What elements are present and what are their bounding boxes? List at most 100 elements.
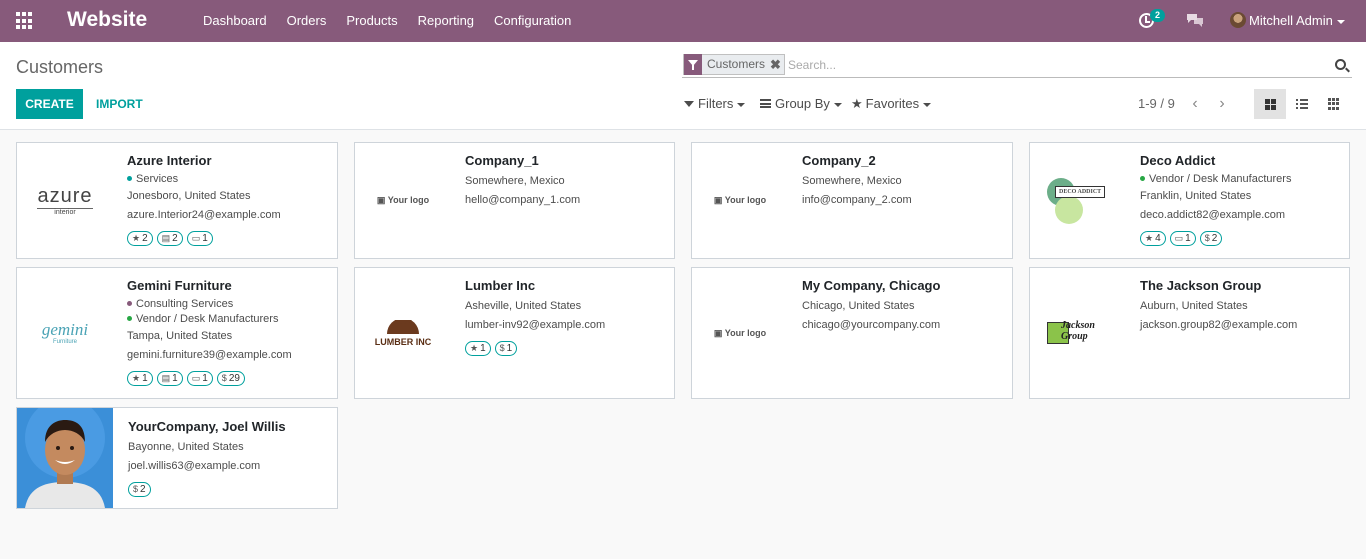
favorites-dropdown[interactable]: ★ Favorites <box>851 95 932 113</box>
kanban-card[interactable]: Jackson Group The Jackson Group Auburn, … <box>1029 267 1350 399</box>
card-title: Gemini Furniture <box>127 278 232 293</box>
favorites-label: Favorites <box>865 96 920 111</box>
kanban-card[interactable]: LUMBER INC Lumber Inc Asheville, United … <box>354 267 675 399</box>
search-input[interactable] <box>788 55 1308 75</box>
apps-menu-icon[interactable] <box>16 12 34 30</box>
cart-icon: ▭ <box>191 373 201 383</box>
caret-down-icon <box>737 102 746 107</box>
caret-down-icon <box>1336 19 1345 24</box>
caret-down-icon <box>833 102 842 107</box>
badge[interactable]: $1 <box>494 341 518 356</box>
logo-text: Jackson Group <box>1061 320 1095 342</box>
badge[interactable]: $29 <box>216 371 245 386</box>
badge[interactable]: ★ 1 <box>465 341 491 356</box>
badge-list: ★ 4 ▭ 1 $2 <box>1140 231 1343 246</box>
cart-icon: ▭ <box>1174 233 1184 243</box>
calendar-icon: ▤ <box>161 233 171 243</box>
filter-icon <box>684 54 702 75</box>
card-title: Lumber Inc <box>465 278 536 293</box>
tag-color-dot <box>127 176 132 181</box>
activity-count-badge: 2 <box>1150 9 1166 22</box>
saw-blade-icon <box>387 317 419 334</box>
card-email: jackson.group82@example.com <box>1140 319 1298 331</box>
kanban-card[interactable]: gemini Furniture Gemini Furniture Consul… <box>16 267 338 399</box>
menu-item-orders[interactable]: Orders <box>277 0 337 42</box>
badge-value: 4 <box>1155 233 1161 244</box>
badge[interactable]: ★ 1 <box>127 371 153 386</box>
logo-text: ▣ Your logo <box>713 195 767 205</box>
kanban-card[interactable]: ▣ Your logo Company_1 Somewhere, Mexico … <box>354 142 675 259</box>
badge[interactable]: ▭ 1 <box>186 371 213 386</box>
logo-text: azure <box>37 184 93 207</box>
menu-item-configuration[interactable]: Configuration <box>484 0 581 42</box>
user-menu[interactable]: Mitchell Admin <box>1249 0 1345 42</box>
tag-label: Services <box>136 173 179 185</box>
card-email: chicago@yourcompany.com <box>802 319 941 331</box>
breadcrumb: Customers <box>16 57 104 77</box>
dollar-icon: $ <box>1204 233 1210 243</box>
search-icon[interactable] <box>1335 59 1346 70</box>
star-icon: ★ <box>132 233 141 243</box>
user-avatar[interactable] <box>1230 12 1246 28</box>
badge-value: 1 <box>506 343 513 354</box>
pager-next-icon[interactable]: › <box>1215 95 1229 113</box>
kanban-view-button[interactable] <box>1254 89 1286 119</box>
logo-subtext: Furniture <box>52 339 77 345</box>
badge-value: 1 <box>142 373 148 384</box>
logo-text: ▣ Your logo <box>713 327 767 338</box>
kanban-icon <box>1264 98 1276 110</box>
pager-previous-icon[interactable]: ‹ <box>1188 95 1202 113</box>
badge[interactable]: $2 <box>1199 231 1223 246</box>
card-body: Gemini Furniture Consulting Services Ven… <box>127 278 331 386</box>
kanban-card[interactable]: ▣ Your logo My Company, Chicago Chicago,… <box>691 267 1013 399</box>
company-logo: ▣ Your logo <box>692 143 788 258</box>
search-facet: Customers ✖ <box>683 54 785 75</box>
dollar-icon: $ <box>133 484 139 494</box>
badge-value: 1 <box>172 373 178 384</box>
kanban-card[interactable]: YourCompany, Joel Willis Bayonne, United… <box>16 407 338 509</box>
badge[interactable]: ▭ 1 <box>186 231 213 246</box>
badge-value: 2 <box>172 233 178 244</box>
card-email: joel.willis63@example.com <box>128 460 261 472</box>
pivot-view-button[interactable] <box>1318 89 1350 119</box>
import-button[interactable]: IMPORT <box>88 89 151 119</box>
tag-label: Vendor / Desk Manufacturers <box>1149 173 1292 185</box>
user-name-label: Mitchell Admin <box>1249 13 1333 28</box>
card-body: Deco Addict Vendor / Desk Manufacturers … <box>1140 153 1343 246</box>
card-title: Azure Interior <box>127 153 212 168</box>
card-body: My Company, Chicago Chicago, United Stat… <box>802 278 1006 335</box>
company-logo: Jackson Group <box>1030 268 1126 398</box>
company-logo: LUMBER INC <box>355 268 451 398</box>
kanban-card[interactable]: DECO ADDICT Deco Addict Vendor / Desk Ma… <box>1029 142 1350 259</box>
card-body: YourCompany, Joel Willis Bayonne, United… <box>128 419 331 497</box>
card-location: Bayonne, United States <box>128 441 244 453</box>
badge[interactable]: ▤ 2 <box>156 231 183 246</box>
menu-item-dashboard[interactable]: Dashboard <box>193 0 277 42</box>
groupby-dropdown[interactable]: Group By <box>760 95 842 113</box>
facet-remove-icon[interactable]: ✖ <box>769 55 784 74</box>
list-view-button[interactable] <box>1286 89 1318 119</box>
card-location: Jonesboro, United States <box>127 190 251 202</box>
kanban-card[interactable]: azure interior Azure Interior Services J… <box>16 142 338 259</box>
badge[interactable]: ★ 2 <box>127 231 153 246</box>
badge[interactable]: ★ 4 <box>1140 231 1166 246</box>
badge-value: 1 <box>480 343 486 354</box>
card-location: Somewhere, Mexico <box>802 175 902 187</box>
badge[interactable]: $2 <box>128 482 151 497</box>
menu-item-products[interactable]: Products <box>336 0 407 42</box>
badge[interactable]: ▤ 1 <box>156 371 183 386</box>
category-tag: Vendor / Desk Manufacturers <box>1140 172 1343 187</box>
bars-icon <box>760 99 771 108</box>
tag-label: Consulting Services <box>136 298 234 310</box>
facet-label: Customers <box>707 57 766 71</box>
menu-item-reporting[interactable]: Reporting <box>408 0 484 42</box>
badge[interactable]: ▭ 1 <box>1169 231 1196 246</box>
pager-value[interactable]: 1-9 / 9 <box>1138 95 1175 113</box>
badge-value: 29 <box>228 373 240 384</box>
chat-bubbles-icon[interactable] <box>1186 13 1204 27</box>
tag-color-dot <box>1140 176 1145 181</box>
kanban-card[interactable]: ▣ Your logo Company_2 Somewhere, Mexico … <box>691 142 1013 259</box>
filters-dropdown[interactable]: Filters <box>684 95 746 113</box>
create-button[interactable]: CREATE <box>16 89 83 119</box>
category-tag: Consulting Services <box>127 297 331 312</box>
